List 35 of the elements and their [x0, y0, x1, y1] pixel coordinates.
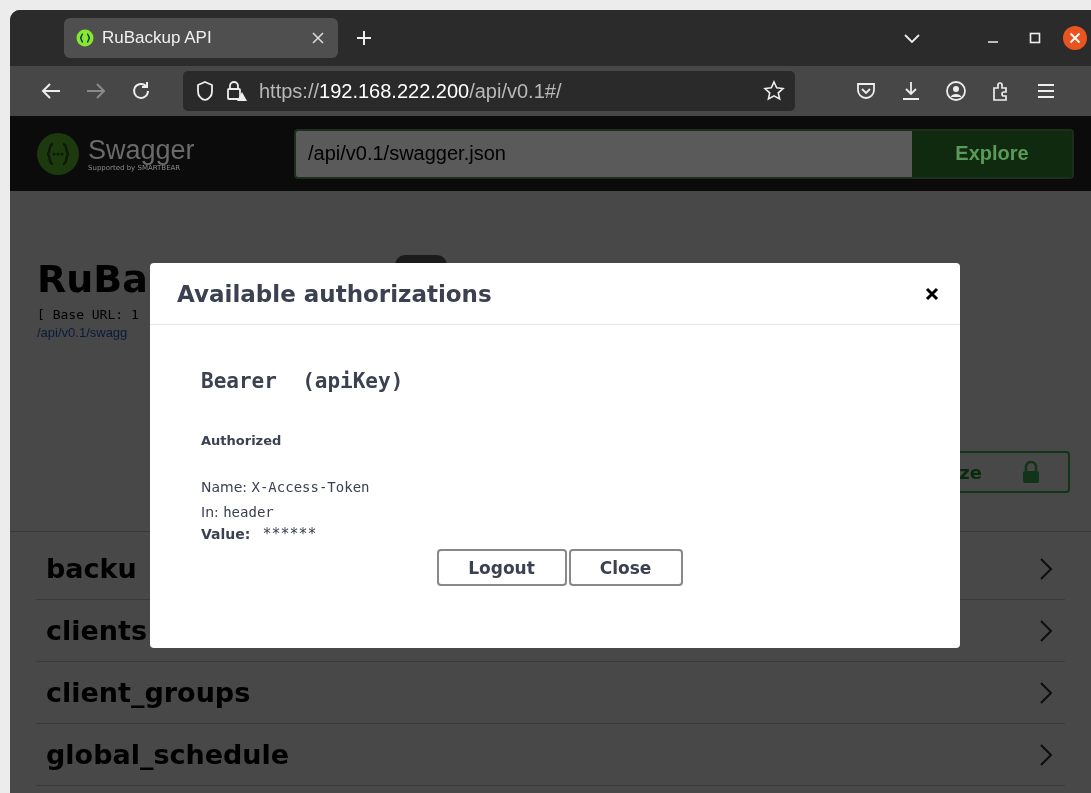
lock-icon: [1022, 461, 1040, 483]
header-name-text: Name: X-Access-Token: [201, 478, 371, 497]
browser-tab[interactable]: RuBackup API: [64, 18, 338, 58]
auth-status-text: Authorized: [201, 433, 283, 448]
close-icon[interactable]: [1063, 26, 1087, 50]
close-button[interactable]: Close: [568, 549, 683, 586]
chevron-right-icon: [1039, 556, 1053, 581]
chevron-right-icon: [1039, 680, 1053, 705]
masked-value-text: ******: [262, 525, 317, 543]
shield-icon: [195, 80, 215, 102]
address-bar[interactable]: https://192.168.222.200/api/v0.1#/: [183, 71, 795, 111]
chevron-right-icon: [1039, 742, 1053, 767]
logout-button[interactable]: Logout: [436, 549, 567, 586]
star-icon[interactable]: [763, 80, 785, 102]
api-title: RuBa: [37, 256, 148, 303]
site-favicon-icon: [76, 29, 94, 47]
modal-title: Available authorizations: [177, 280, 493, 307]
tag-section-row[interactable]: global_schedule: [36, 724, 1065, 786]
location-text: In: header: [201, 503, 275, 522]
logo-text: Swagger: [88, 135, 195, 164]
chevron-right-icon: [1039, 618, 1053, 643]
auth-scheme-title: Bearer (apiKey): [201, 369, 405, 393]
chevron-down-icon[interactable]: [903, 32, 921, 44]
lock-warning-icon: [225, 79, 249, 103]
swagger-logo-icon: [36, 131, 80, 176]
new-tab-icon[interactable]: [356, 30, 372, 46]
close-icon[interactable]: [924, 285, 940, 302]
maximize-icon[interactable]: [1029, 32, 1041, 44]
base-url-text: [ Base URL: 1: [37, 307, 140, 322]
tag-section-row[interactable]: client_groups: [36, 662, 1065, 724]
account-icon[interactable]: [944, 80, 967, 102]
pocket-icon[interactable]: [854, 80, 877, 102]
value-label: Value:: [201, 526, 251, 542]
url-text: https://192.168.222.200/api/v0.1#/: [259, 79, 563, 103]
tab-title: RuBackup API: [102, 28, 213, 48]
